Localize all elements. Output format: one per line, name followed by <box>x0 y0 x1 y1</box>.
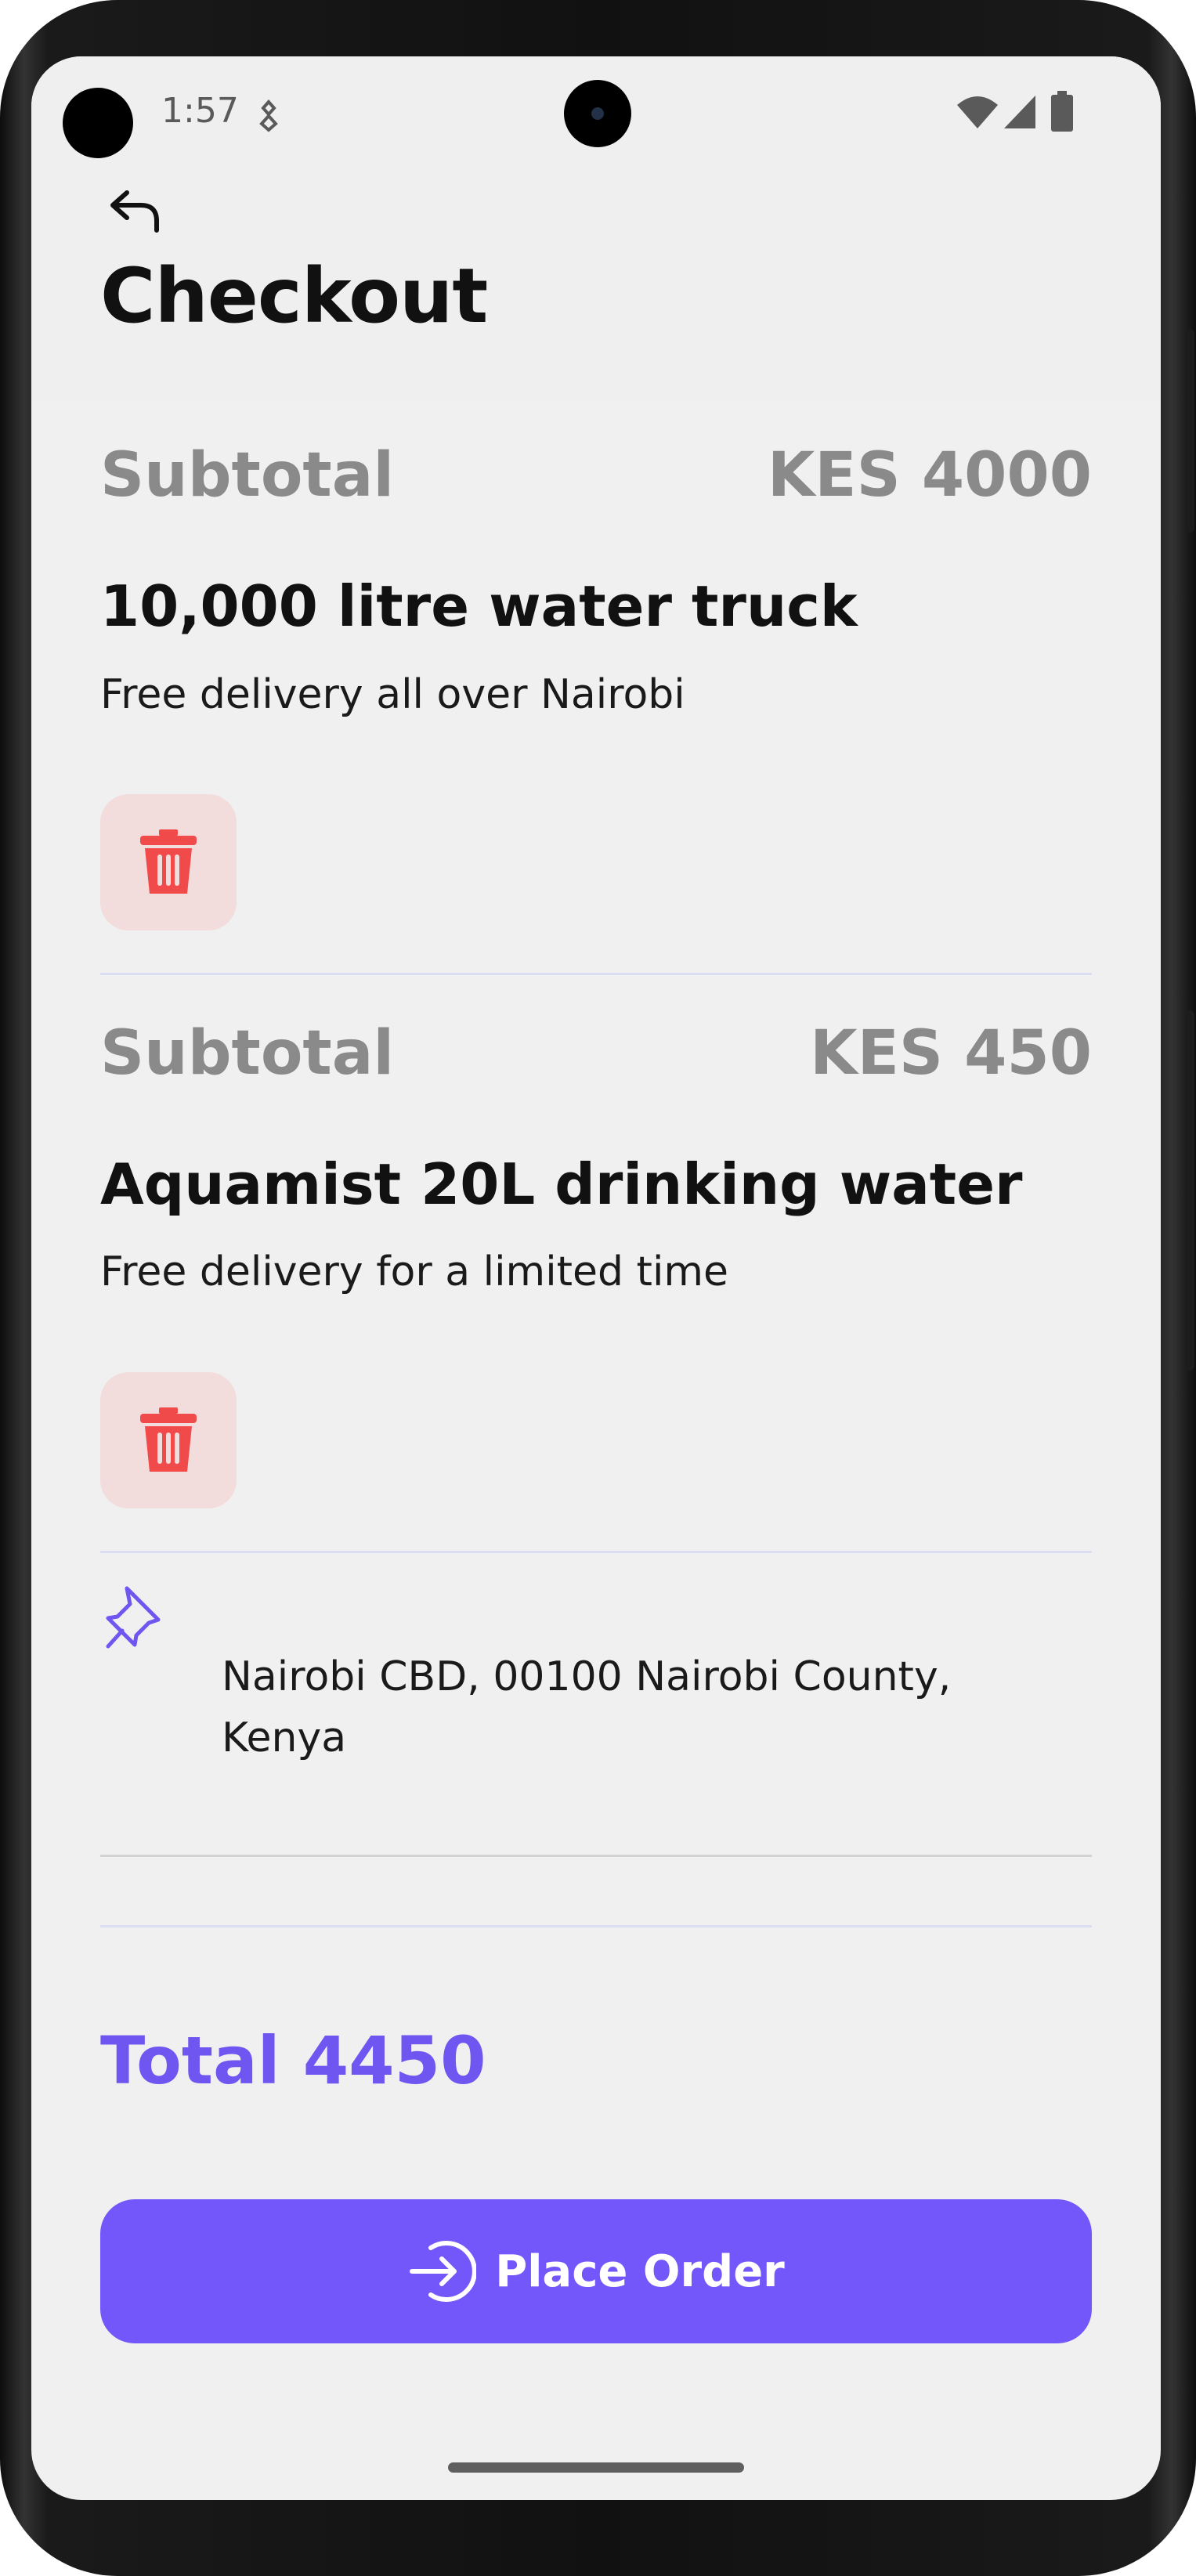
home-indicator[interactable] <box>448 2462 744 2473</box>
item-description: Free delivery all over Nairobi <box>100 671 685 718</box>
phone-screen: 1:57 Checkout Subtotal KES 4000 10,000 l… <box>31 56 1161 2500</box>
front-camera <box>564 80 631 147</box>
divider <box>100 1855 1092 1857</box>
status-dot <box>63 88 133 158</box>
wifi-icon <box>957 96 998 128</box>
divider <box>100 973 1092 975</box>
trash-icon <box>140 829 197 894</box>
delete-item-button[interactable] <box>100 794 237 930</box>
back-arrow-icon[interactable] <box>107 182 163 238</box>
subtotal-label: Subtotal <box>100 1018 395 1089</box>
place-order-button[interactable]: Place Order <box>100 2199 1092 2343</box>
item-name: Aquamist 20L drinking water <box>100 1151 1023 1217</box>
volume-button <box>1185 1010 1194 1371</box>
login-arrow-icon <box>410 2241 477 2302</box>
item-description: Free delivery for a limited time <box>100 1248 729 1295</box>
delivery-address: Nairobi CBD, 00100 Nairobi County, Kenya <box>222 1653 952 1761</box>
subtotal-value: KES 450 <box>810 1018 1092 1089</box>
subtotal-label: Subtotal <box>100 440 395 511</box>
trash-icon <box>140 1407 197 1472</box>
pin-icon <box>106 1586 161 1649</box>
notification-icon <box>259 99 278 132</box>
item-name: 10,000 litre water truck <box>100 573 858 639</box>
status-time: 1:57 <box>161 91 239 131</box>
delete-item-button[interactable] <box>100 1372 237 1508</box>
page-title: Checkout <box>100 252 488 340</box>
battery-icon <box>1051 91 1073 132</box>
subtotal-value: KES 4000 <box>767 440 1092 511</box>
divider <box>100 1551 1092 1553</box>
order-total: Total 4450 <box>100 2022 486 2099</box>
divider <box>100 1925 1092 1927</box>
place-order-label: Place Order <box>495 2245 785 2297</box>
signal-icon <box>1004 96 1035 128</box>
status-bar: 1:57 <box>31 56 1161 174</box>
power-button <box>1185 329 1194 533</box>
